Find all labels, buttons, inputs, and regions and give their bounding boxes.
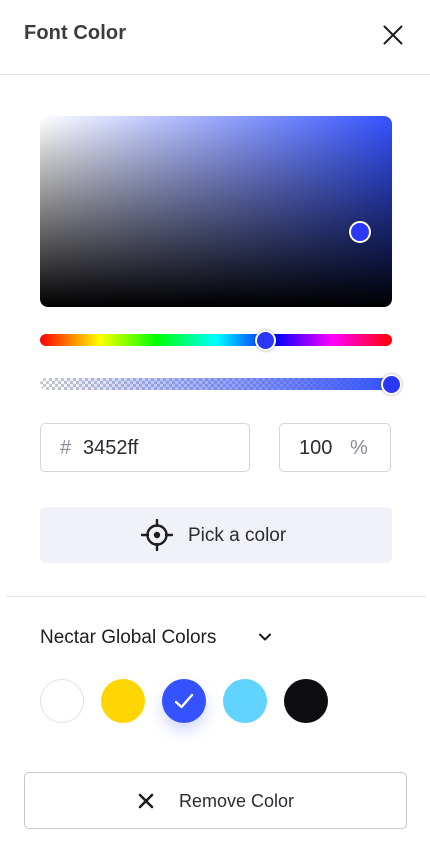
color-swatch[interactable] <box>162 679 206 723</box>
chevron-down-icon <box>259 633 271 641</box>
panel-title: Font Color <box>24 22 127 44</box>
hex-input[interactable]: # 3452ff <box>40 423 250 472</box>
hue-slider[interactable] <box>40 334 392 346</box>
color-swatch[interactable] <box>40 679 84 723</box>
alpha-unit: % <box>350 437 368 459</box>
color-swatch[interactable] <box>284 679 328 723</box>
alpha-slider-handle[interactable] <box>381 374 402 395</box>
close-icon <box>383 25 403 45</box>
color-swatch[interactable] <box>101 679 145 723</box>
font-color-panel: Font Color # 3452ff 100 % Pick a color N… <box>0 0 430 852</box>
crosshair-icon <box>141 519 173 551</box>
panel-header: Font Color <box>0 0 430 75</box>
palette-title: Nectar Global Colors <box>40 627 217 648</box>
pick-color-label: Pick a color <box>188 525 287 546</box>
alpha-slider-fill <box>40 378 392 390</box>
close-button[interactable] <box>378 20 408 50</box>
remove-color-label: Remove Color <box>179 791 295 811</box>
alpha-input[interactable]: 100 % <box>279 423 391 472</box>
alpha-slider[interactable] <box>40 378 392 390</box>
section-divider <box>6 596 426 597</box>
x-icon <box>138 793 154 809</box>
saturation-handle[interactable] <box>349 221 371 243</box>
pick-color-button[interactable]: Pick a color <box>40 507 392 563</box>
color-swatch[interactable] <box>223 679 267 723</box>
palette-dropdown[interactable]: Nectar Global Colors <box>40 626 280 652</box>
alpha-value[interactable]: 100 <box>299 437 332 460</box>
hex-prefix: # <box>60 437 72 459</box>
remove-color-button[interactable]: Remove Color <box>24 772 407 829</box>
saturation-value-area[interactable] <box>40 116 392 307</box>
hue-slider-handle[interactable] <box>255 330 276 351</box>
checkmark-icon <box>174 693 194 709</box>
hex-value[interactable]: 3452ff <box>83 437 138 460</box>
